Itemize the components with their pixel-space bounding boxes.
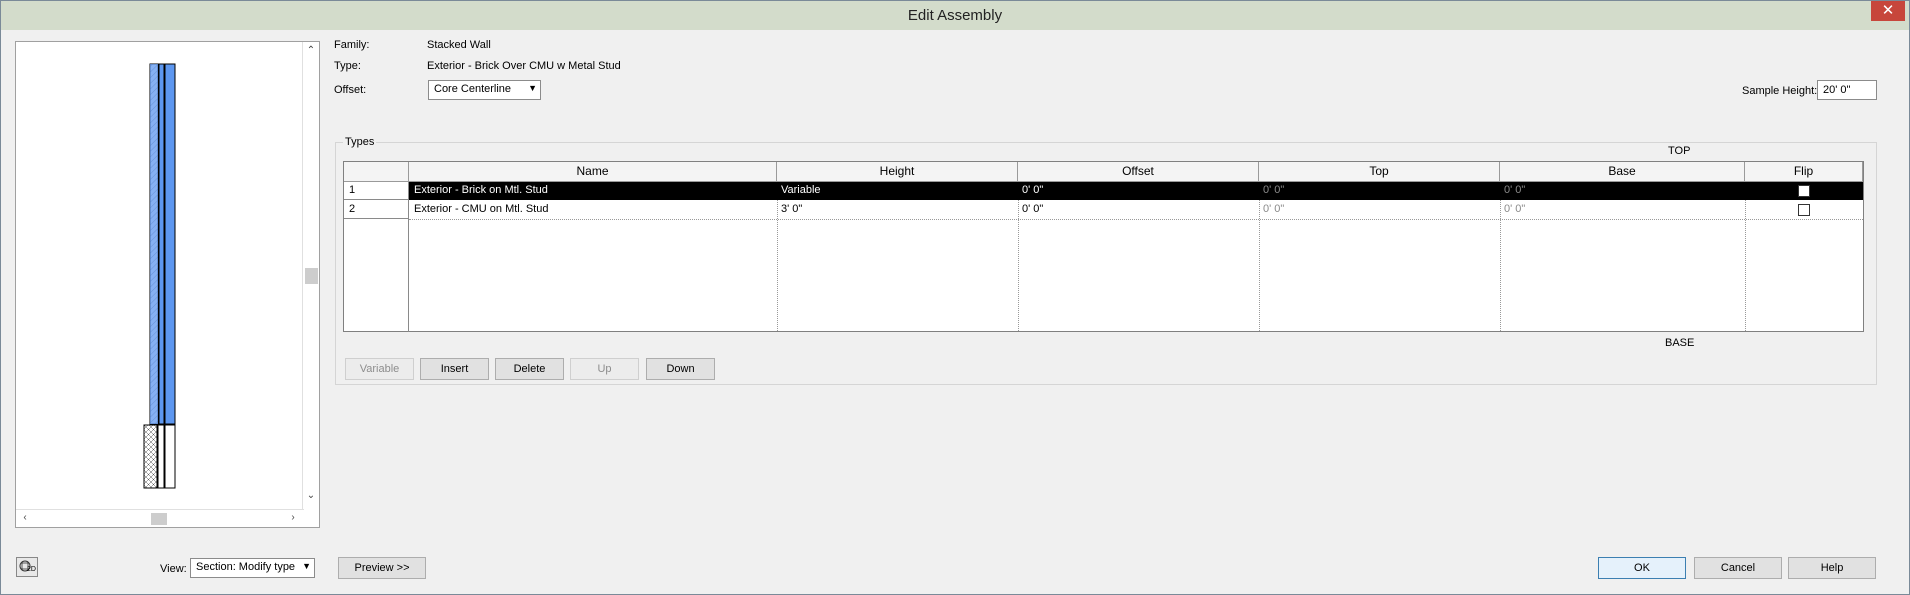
horizontal-scroll-thumb[interactable] [151,513,167,525]
table-row[interactable]: 2 Exterior - CMU on Mtl. Stud 3' 0" 0' 0… [344,200,1863,219]
column-header-top[interactable]: Top [1259,162,1500,182]
row-offset[interactable]: 0' 0" [1022,203,1043,215]
sample-height-label: Sample Height: [1742,85,1818,97]
row-base: 0' 0" [1504,184,1526,196]
types-group-title: Types [343,136,377,148]
delete-button[interactable]: Delete [495,358,564,380]
vertical-scroll-thumb[interactable] [305,268,318,284]
corner-header [344,162,409,182]
row-name[interactable]: Exterior - Brick on Mtl. Stud [414,184,548,196]
preview-horizontal-scrollbar[interactable]: ‹ › [16,509,304,527]
row-top: 0' 0" [1263,184,1285,196]
type-value: Exterior - Brick Over CMU w Metal Stud [427,60,621,72]
view-select-value: Section: Modify type [196,561,296,573]
down-button[interactable]: Down [646,358,715,380]
variable-button[interactable]: Variable [345,358,414,380]
upper-wall-stud [158,63,165,425]
base-label: BASE [1665,337,1695,349]
types-table: Name Height Offset Top Base Flip 1 Exter… [343,161,1864,332]
family-label: Family: [334,39,370,51]
view-select[interactable]: Section: Modify type ▼ [190,558,315,578]
lower-wall-stud [157,424,165,489]
chevron-down-icon: ▼ [302,561,311,571]
type-label: Type: [334,60,361,72]
edit-assembly-dialog: Edit Assembly ✕ ⌃ ⌄ ‹ › Family: Stacked … [0,0,1910,595]
family-value: Stacked Wall [427,39,491,51]
preview-pane: ⌃ ⌄ ‹ › [15,41,320,528]
upper-wall-inner [164,63,176,425]
insert-button[interactable]: Insert [420,358,489,380]
window-title: Edit Assembly [907,7,1003,24]
up-button[interactable]: Up [570,358,639,380]
preview-button[interactable]: Preview >> [338,557,426,579]
chevron-down-icon: ▼ [528,83,537,93]
column-header-flip[interactable]: Flip [1745,162,1863,182]
row-base: 0' 0" [1504,203,1526,215]
offset-select-value: Core Centerline [434,83,512,95]
column-header-offset[interactable]: Offset [1018,162,1259,182]
row-name[interactable]: Exterior - CMU on Mtl. Stud [414,203,548,215]
toggle-2d-button[interactable]: 2D [16,557,38,577]
offset-label: Offset: [334,84,367,96]
help-button[interactable]: Help [1788,557,1876,579]
row-number[interactable]: 2 [344,200,409,219]
row-top: 0' 0" [1263,203,1285,215]
table-row[interactable]: 1 Exterior - Brick on Mtl. Stud Variable… [344,182,1863,200]
upper-wall-layer-fill [150,64,158,424]
scroll-right-icon[interactable]: › [286,512,300,523]
toggle-2d-text: 2D [27,566,36,573]
title-bar: Edit Assembly ✕ [1,1,1909,30]
flip-checkbox[interactable] [1798,185,1810,197]
ok-button[interactable]: OK [1598,557,1686,579]
row-offset[interactable]: 0' 0" [1022,184,1043,196]
selected-row-highlight [409,182,1863,200]
lower-wall-inner [164,424,176,489]
offset-select[interactable]: Core Centerline ▼ [428,80,541,100]
scroll-left-icon[interactable]: ‹ [18,512,32,523]
column-header-height[interactable]: Height [777,162,1018,182]
scroll-down-icon[interactable]: ⌄ [304,490,318,501]
cancel-button[interactable]: Cancel [1694,557,1782,579]
column-header-base[interactable]: Base [1500,162,1745,182]
view-label: View: [160,563,187,575]
scroll-up-icon[interactable]: ⌃ [304,45,318,56]
flip-checkbox[interactable] [1798,204,1810,216]
row-number[interactable]: 1 [344,182,409,200]
wall-section-preview [143,63,176,489]
row-height[interactable]: Variable [781,184,821,196]
close-button[interactable]: ✕ [1871,1,1905,21]
lower-wall-cmu [143,424,158,489]
preview-vertical-scrollbar[interactable]: ⌃ ⌄ [302,42,319,510]
row-height[interactable]: 3' 0" [781,203,802,215]
column-header-name[interactable]: Name [409,162,777,182]
empty-row-header [344,219,409,332]
grid-line [409,219,1863,220]
sample-height-input[interactable]: 20' 0" [1817,80,1877,100]
top-label: TOP [1668,145,1691,157]
